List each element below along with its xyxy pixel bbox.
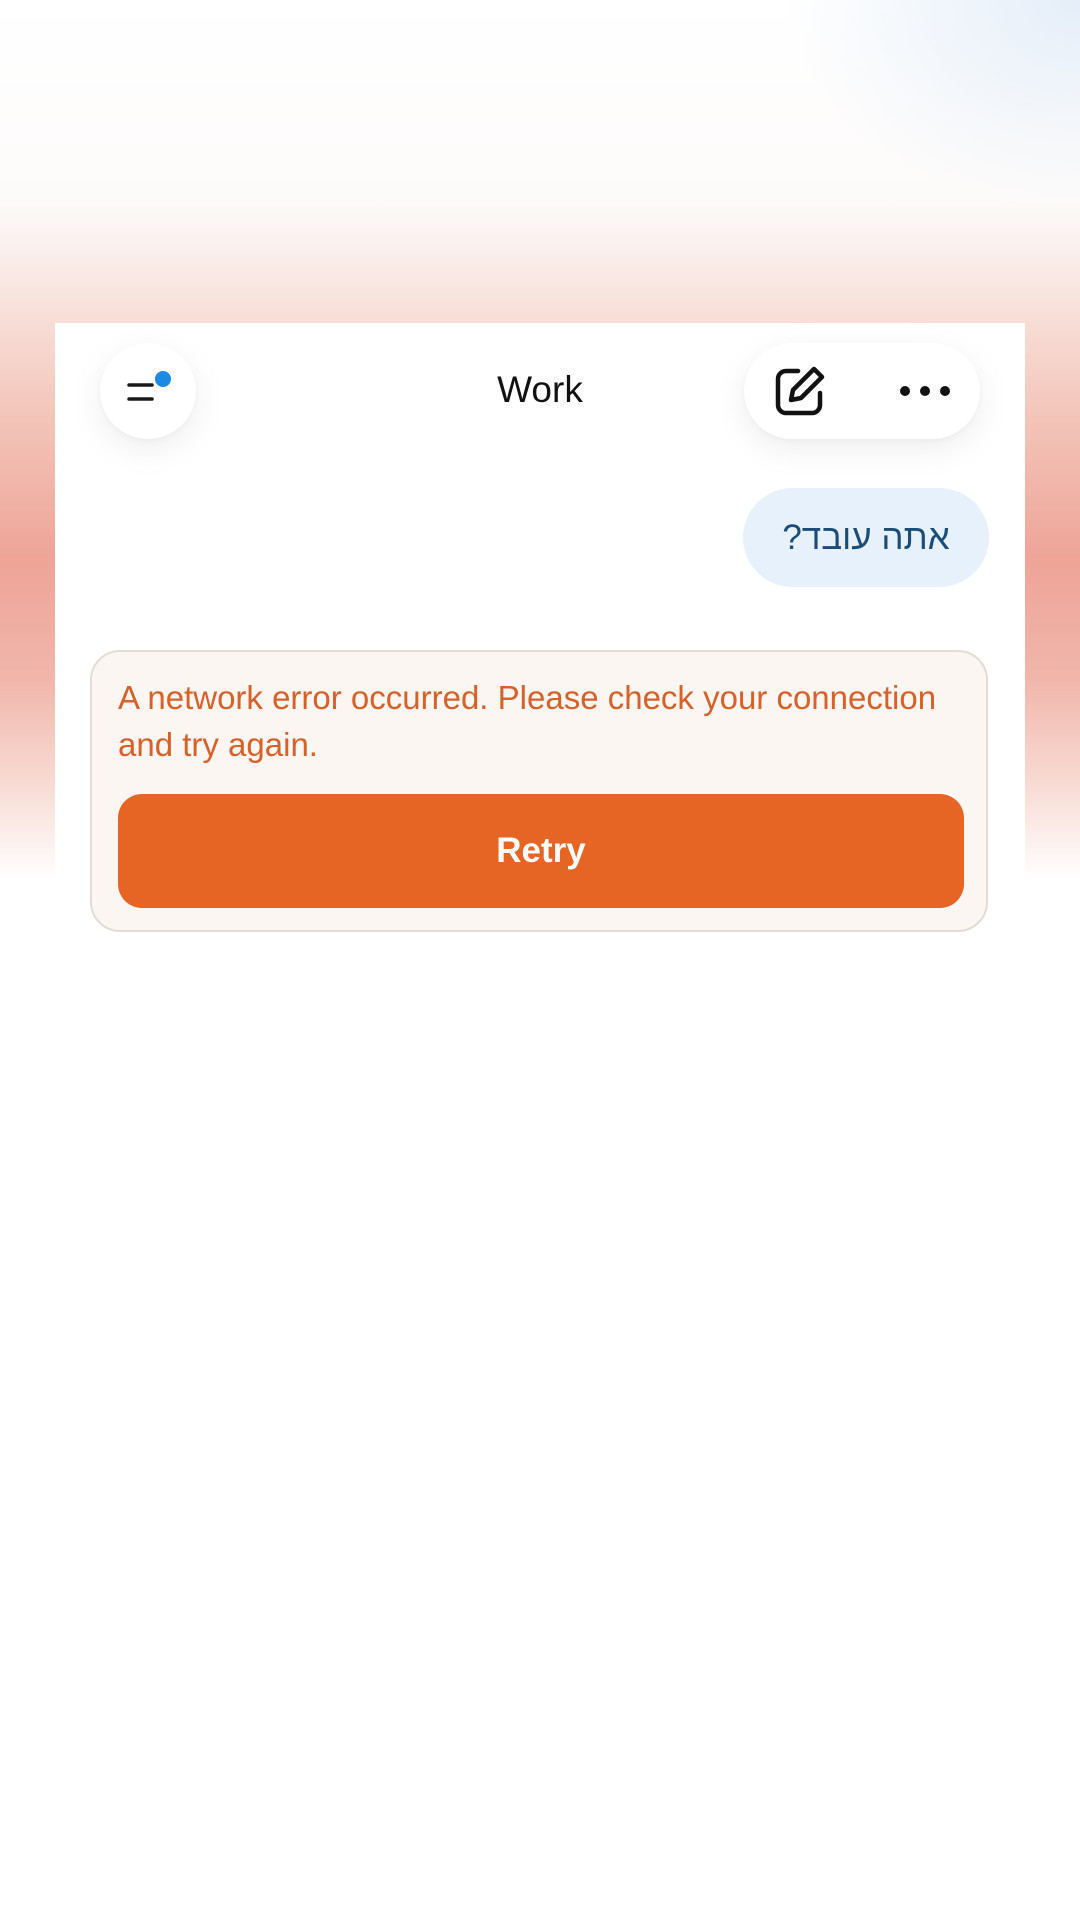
notification-dot <box>155 371 171 387</box>
retry-button[interactable]: Retry <box>118 794 964 908</box>
more-button[interactable] <box>885 351 965 431</box>
page-title: Work <box>497 369 583 410</box>
compose-icon <box>775 366 825 416</box>
menu-icon <box>127 371 171 401</box>
error-card: A network error occurred. Please check y… <box>90 650 988 932</box>
user-message-text: אתה עובד? <box>782 517 950 557</box>
more-icon <box>900 386 950 396</box>
compose-button[interactable] <box>760 351 840 431</box>
error-message: A network error occurred. Please check y… <box>118 679 937 763</box>
user-message-bubble: אתה עובד? <box>743 488 989 587</box>
menu-button[interactable] <box>100 343 196 439</box>
